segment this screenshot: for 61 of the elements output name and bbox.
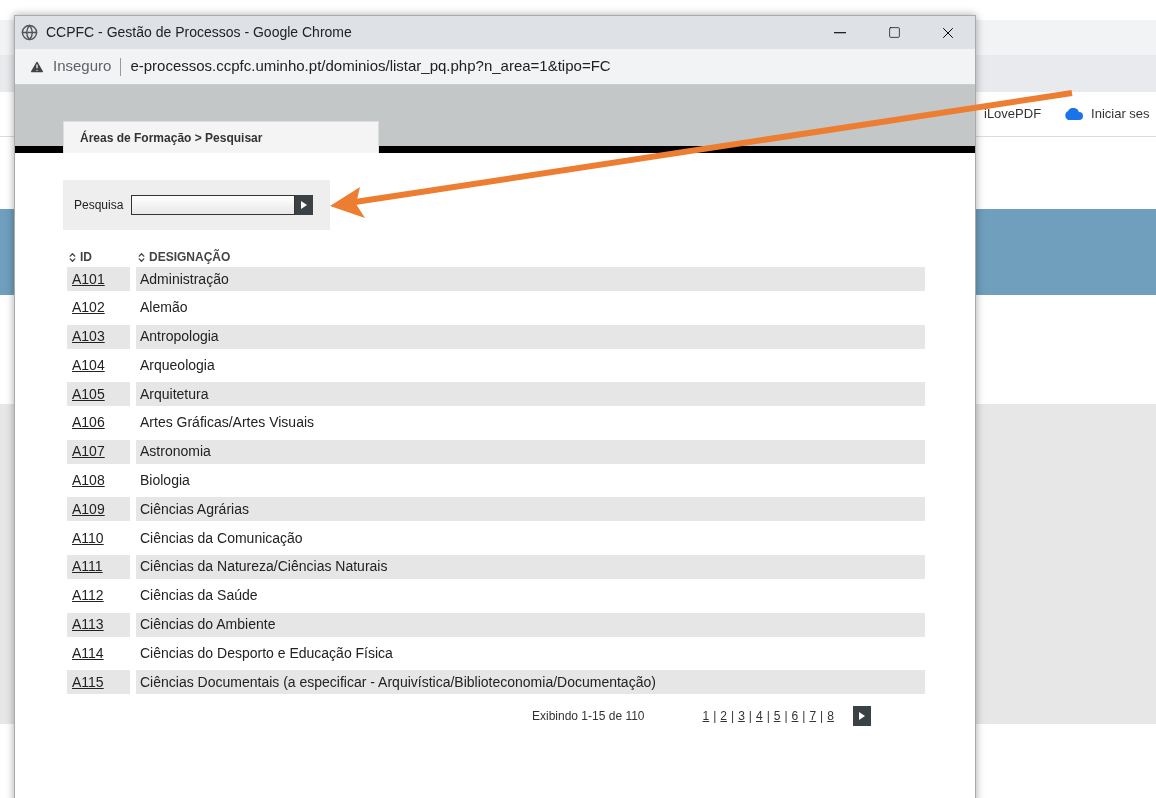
warning-icon <box>29 58 45 75</box>
cloud-icon <box>1063 108 1084 120</box>
address-bar[interactable]: Inseguro e-processos.ccpfc.uminho.pt/dominios/listar_pq.php?n_area=1&tipo=FC <box>15 49 975 85</box>
id-link[interactable]: A106 <box>72 412 105 434</box>
table-cell: Arquitetura <box>136 382 925 407</box>
window-title: CCPFC - Gestão de Processos - Google Chrome <box>46 23 352 42</box>
table-cell: Administração <box>136 267 925 291</box>
maximize-icon <box>887 26 901 39</box>
search-label: Pesquisa <box>74 197 124 214</box>
next-page-button[interactable] <box>852 705 871 726</box>
separator: | <box>802 707 806 725</box>
id-link[interactable]: A111 <box>72 556 103 578</box>
id-link[interactable]: A103 <box>72 326 105 348</box>
separator: | <box>731 707 735 725</box>
globe-icon <box>21 24 38 41</box>
breadcrumb-tab[interactable]: Áreas de Formação > Pesquisar <box>63 121 379 153</box>
sort-icon <box>67 251 78 263</box>
table-cell: Ciências da Natureza/Ciências Naturais <box>136 554 925 579</box>
search-button[interactable] <box>295 195 314 215</box>
page-link[interactable]: 7 <box>809 706 817 725</box>
id-link[interactable]: A102 <box>72 297 105 319</box>
page-link[interactable]: 2 <box>720 706 728 725</box>
separator: | <box>784 707 788 725</box>
results-summary: Exibindo 1-15 de 110 <box>532 707 645 725</box>
id-link[interactable]: A107 <box>72 441 105 463</box>
table-cell: Antropologia <box>136 324 925 349</box>
page-link[interactable]: 5 <box>773 706 781 725</box>
table-cell: Ciências Agrárias <box>136 497 925 522</box>
separator: | <box>766 707 770 725</box>
separator: | <box>748 707 752 725</box>
table-cell: Ciências Documentais (a especificar - Arquivística/Biblioteconomia/Documentação) <box>136 670 925 695</box>
search-field[interactable] <box>131 195 296 215</box>
id-link[interactable]: A114 <box>72 642 104 664</box>
page-link[interactable]: 6 <box>791 706 799 725</box>
column-header[interactable]: ID <box>80 248 92 266</box>
id-link[interactable]: A101 <box>72 268 105 290</box>
page-link[interactable]: 4 <box>755 706 763 725</box>
id-link[interactable]: A109 <box>72 498 105 520</box>
id-link[interactable]: A108 <box>72 470 105 492</box>
play-icon <box>858 711 865 720</box>
id-link[interactable]: A110 <box>72 527 104 549</box>
page-link[interactable]: 1 <box>702 706 710 725</box>
id-link[interactable]: A113 <box>72 614 104 636</box>
table-cell: Ciências do Ambiente <box>136 612 925 637</box>
id-link[interactable]: A115 <box>72 671 104 693</box>
column-header[interactable]: DESIGNAÇÃO <box>149 248 231 266</box>
page-link[interactable]: 3 <box>738 706 745 725</box>
separator: | <box>820 707 824 725</box>
url-text: e-processos.ccpfc.uminho.pt/dominios/listar_pq.php?n_area=1&tipo=FC <box>130 56 611 77</box>
sort-icon <box>136 251 147 263</box>
id-link[interactable]: A112 <box>72 585 104 607</box>
table-cell: Astronomia <box>136 439 925 464</box>
id-link[interactable]: A105 <box>72 383 105 405</box>
security-label: Inseguro <box>53 56 112 77</box>
minimize-icon <box>834 31 846 34</box>
id-link[interactable]: A104 <box>72 354 105 376</box>
separator: | <box>713 707 717 725</box>
bookmark[interactable]: Iniciar ses <box>1091 104 1150 124</box>
play-icon <box>301 201 308 209</box>
bookmark[interactable]: iLovePDF <box>984 104 1042 124</box>
page-link[interactable]: 8 <box>827 706 834 725</box>
